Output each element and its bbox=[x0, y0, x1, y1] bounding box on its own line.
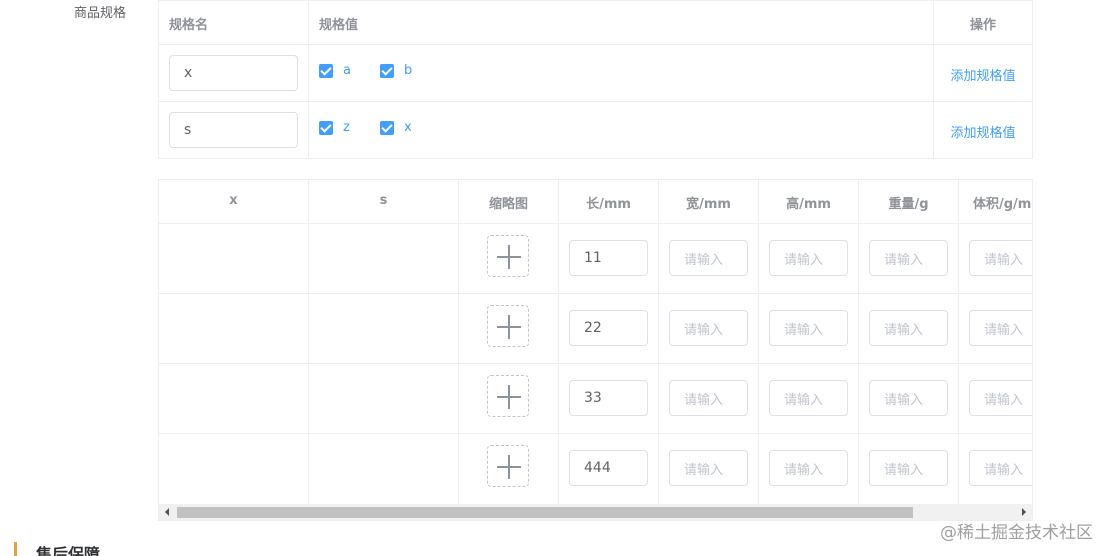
sku-row: 444 请输入 请输入 请输入 请输入 bbox=[159, 434, 1032, 504]
spec-value-checkbox[interactable]: z bbox=[319, 120, 350, 135]
weight-input[interactable]: 请输入 bbox=[869, 310, 948, 346]
spec-row: s z x 添加规格值 bbox=[159, 102, 1032, 159]
header-width: 宽/mm bbox=[686, 197, 731, 212]
height-input[interactable]: 请输入 bbox=[769, 450, 848, 486]
volume-input[interactable]: 请输入 bbox=[969, 240, 1032, 276]
header-weight: 重量/g bbox=[888, 197, 929, 212]
spec-value-checkbox[interactable]: b bbox=[380, 63, 412, 78]
weight-input[interactable]: 请输入 bbox=[869, 240, 948, 276]
add-spec-value-link[interactable]: 添加规格值 bbox=[934, 122, 1032, 141]
sku-table-header: x s 缩略图 长/mm 宽/mm 高/mm 重量/g 体积/g/mm bbox=[159, 180, 1032, 224]
height-input[interactable]: 请输入 bbox=[769, 380, 848, 416]
header-height: 高/mm bbox=[786, 197, 831, 212]
header-x: x bbox=[229, 193, 238, 208]
length-input[interactable]: 11 bbox=[569, 240, 648, 276]
watermark: @稀土掘金技术社区 bbox=[940, 523, 1093, 543]
header-volume: 体积/g/mm bbox=[973, 197, 1032, 212]
width-input[interactable]: 请输入 bbox=[669, 380, 748, 416]
checked-icon bbox=[380, 63, 394, 78]
width-input[interactable]: 请输入 bbox=[669, 450, 748, 486]
thumbnail-upload-plus-icon[interactable] bbox=[487, 235, 529, 277]
height-input[interactable]: 请输入 bbox=[769, 240, 848, 276]
spec-table: 规格名 规格值 操作 x a b 添加规格值 s z x 添加规格值 bbox=[158, 0, 1033, 159]
thumbnail-upload-plus-icon[interactable] bbox=[487, 375, 529, 417]
section-accent-bar bbox=[14, 542, 17, 556]
header-spec-name: 规格名 bbox=[169, 18, 209, 33]
checked-icon bbox=[319, 63, 333, 78]
length-input[interactable]: 33 bbox=[569, 380, 648, 416]
spec-name-input[interactable]: x bbox=[169, 55, 298, 91]
thumbnail-upload-plus-icon[interactable] bbox=[487, 305, 529, 347]
sku-row: 11 请输入 请输入 请输入 请输入 bbox=[159, 224, 1032, 294]
header-ops: 操作 bbox=[969, 18, 996, 33]
header-s: s bbox=[379, 193, 388, 208]
length-input[interactable]: 22 bbox=[569, 310, 648, 346]
volume-input[interactable]: 请输入 bbox=[969, 310, 1032, 346]
section-title: 售后保障 bbox=[36, 545, 101, 556]
length-input[interactable]: 444 bbox=[569, 450, 648, 486]
scroll-left-arrow-icon[interactable] bbox=[165, 508, 169, 516]
scroll-right-arrow-icon[interactable] bbox=[1022, 508, 1026, 516]
sku-row: 33 请输入 请输入 请输入 请输入 bbox=[159, 364, 1032, 434]
horizontal-scrollbar[interactable] bbox=[159, 504, 1032, 520]
spec-value-checkbox[interactable]: a bbox=[319, 63, 351, 78]
volume-input[interactable]: 请输入 bbox=[969, 450, 1032, 486]
spec-table-header: 规格名 规格值 操作 bbox=[159, 1, 1032, 45]
checked-icon bbox=[380, 120, 394, 135]
width-input[interactable]: 请输入 bbox=[669, 240, 748, 276]
sku-row: 22 请输入 请输入 请输入 请输入 bbox=[159, 294, 1032, 364]
width-input[interactable]: 请输入 bbox=[669, 310, 748, 346]
spec-row: x a b 添加规格值 bbox=[159, 45, 1032, 102]
weight-input[interactable]: 请输入 bbox=[869, 450, 948, 486]
add-spec-value-link[interactable]: 添加规格值 bbox=[934, 65, 1032, 84]
spec-name-input[interactable]: s bbox=[169, 112, 298, 148]
volume-input[interactable]: 请输入 bbox=[969, 380, 1032, 416]
sku-table: x s 缩略图 长/mm 宽/mm 高/mm 重量/g 体积/g/mm 11 请… bbox=[158, 179, 1033, 521]
height-input[interactable]: 请输入 bbox=[769, 310, 848, 346]
checked-icon bbox=[319, 120, 333, 135]
spec-value-checkbox[interactable]: x bbox=[380, 120, 412, 135]
thumbnail-upload-plus-icon[interactable] bbox=[487, 445, 529, 487]
header-spec-values: 规格值 bbox=[319, 18, 359, 33]
header-thumbnail: 缩略图 bbox=[488, 197, 528, 212]
spec-field-label: 商品规格 bbox=[74, 6, 127, 21]
scrollbar-thumb[interactable] bbox=[177, 507, 913, 518]
weight-input[interactable]: 请输入 bbox=[869, 380, 948, 416]
header-length: 长/mm bbox=[586, 197, 631, 212]
